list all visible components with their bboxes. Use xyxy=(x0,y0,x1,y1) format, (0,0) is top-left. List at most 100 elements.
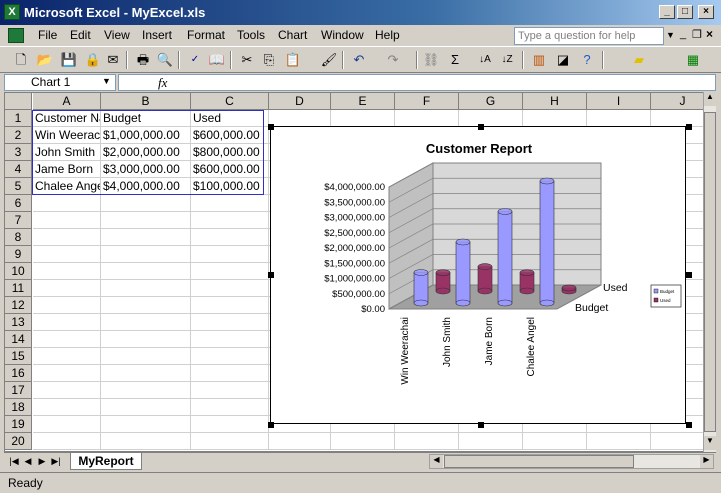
cell-d1[interactable] xyxy=(269,110,331,127)
chart-resize-handle[interactable] xyxy=(268,422,274,428)
hyperlink-icon[interactable]: ⛓ xyxy=(422,51,440,69)
cell-c8[interactable] xyxy=(191,229,269,246)
workbook-icon[interactable] xyxy=(8,28,24,43)
row-header-2[interactable]: 2 xyxy=(5,127,32,144)
paste-icon[interactable]: 📋 xyxy=(284,51,302,69)
doc-restore-icon[interactable]: ❐ xyxy=(692,28,702,41)
cell-a6[interactable] xyxy=(33,195,101,212)
chart-resize-handle[interactable] xyxy=(686,124,692,130)
vertical-scroll-thumb[interactable] xyxy=(704,112,716,432)
sheet-tab-myreport[interactable]: MyReport xyxy=(70,453,142,470)
cell-c10[interactable] xyxy=(191,263,269,280)
row-header-16[interactable]: 16 xyxy=(5,365,32,382)
row-header-14[interactable]: 14 xyxy=(5,331,32,348)
menu-tools[interactable]: Tools xyxy=(237,28,265,42)
research-icon[interactable]: 📖 xyxy=(208,51,226,69)
column-header-b[interactable]: B xyxy=(101,93,191,110)
menu-insert[interactable]: Insert xyxy=(142,28,172,42)
row-header-15[interactable]: 15 xyxy=(5,348,32,365)
cell-a13[interactable] xyxy=(33,314,101,331)
ask-dropdown-icon[interactable]: ▼ xyxy=(666,30,675,40)
email-icon[interactable]: ✉ xyxy=(104,51,122,69)
column-header-a[interactable]: A xyxy=(33,93,101,110)
cell-f20[interactable] xyxy=(395,433,459,450)
cell-a11[interactable] xyxy=(33,280,101,297)
row-header-6[interactable]: 6 xyxy=(5,195,32,212)
copy-icon[interactable]: ⎘ xyxy=(260,51,278,69)
cell-a8[interactable] xyxy=(33,229,101,246)
help-icon[interactable]: ? xyxy=(578,51,596,69)
cell-b16[interactable] xyxy=(101,365,191,382)
cell-f1[interactable] xyxy=(395,110,459,127)
redo-icon[interactable]: ↷ xyxy=(384,51,402,69)
new-icon[interactable]: 🗋 xyxy=(12,51,30,69)
cell-e20[interactable] xyxy=(331,433,395,450)
menu-window[interactable]: Window xyxy=(321,28,364,42)
cell-c11[interactable] xyxy=(191,280,269,297)
cell-g1[interactable] xyxy=(459,110,523,127)
menu-help[interactable]: Help xyxy=(375,28,400,42)
cell-a10[interactable] xyxy=(33,263,101,280)
cell-b6[interactable] xyxy=(101,195,191,212)
cell-i20[interactable] xyxy=(587,433,651,450)
row-header-7[interactable]: 7 xyxy=(5,212,32,229)
chart-resize-handle[interactable] xyxy=(268,272,274,278)
horizontal-scrollbar[interactable]: ◀ ▶ xyxy=(429,454,714,469)
cell-h20[interactable] xyxy=(523,433,587,450)
row-header-4[interactable]: 4 xyxy=(5,161,32,178)
cell-b8[interactable] xyxy=(101,229,191,246)
row-header-11[interactable]: 11 xyxy=(5,280,32,297)
format-painter-icon[interactable]: 🖌 xyxy=(320,51,338,69)
vertical-scrollbar[interactable]: ▲ ▼ xyxy=(703,92,716,452)
cell-b11[interactable] xyxy=(101,280,191,297)
column-header-d[interactable]: D xyxy=(269,93,331,110)
formula-input[interactable] xyxy=(118,74,716,91)
cell-a16[interactable] xyxy=(33,365,101,382)
row-header-10[interactable]: 10 xyxy=(5,263,32,280)
cell-c19[interactable] xyxy=(191,416,269,433)
row-header-19[interactable]: 19 xyxy=(5,416,32,433)
cell-a12[interactable] xyxy=(33,297,101,314)
scroll-right-icon[interactable]: ▶ xyxy=(700,455,713,468)
sort-descending-icon[interactable]: ↓Z xyxy=(498,51,516,69)
ask-question-input[interactable]: Type a question for help xyxy=(514,27,664,45)
name-box[interactable]: Chart 1 xyxy=(4,74,116,91)
horizontal-scroll-thumb[interactable] xyxy=(444,455,634,468)
column-header-e[interactable]: E xyxy=(331,93,395,110)
cell-a15[interactable] xyxy=(33,348,101,365)
minimize-button[interactable]: _ xyxy=(659,5,675,19)
autosum-icon[interactable]: Σ xyxy=(446,51,464,69)
close-button[interactable]: × xyxy=(698,5,714,19)
cell-c14[interactable] xyxy=(191,331,269,348)
chart-resize-handle[interactable] xyxy=(478,422,484,428)
permission-icon[interactable]: 🔒 xyxy=(84,51,102,69)
cell-b18[interactable] xyxy=(101,399,191,416)
next-sheet-icon[interactable]: ▶ xyxy=(36,455,48,468)
column-header-g[interactable]: G xyxy=(459,93,523,110)
cell-h1[interactable] xyxy=(523,110,587,127)
doc-minimize-icon[interactable]: _ xyxy=(680,28,686,40)
cell-a19[interactable] xyxy=(33,416,101,433)
cell-b10[interactable] xyxy=(101,263,191,280)
chart-resize-handle[interactable] xyxy=(686,272,692,278)
prev-sheet-icon[interactable]: ◀ xyxy=(22,455,34,468)
last-sheet-icon[interactable]: ▶| xyxy=(50,455,62,468)
scroll-down-icon[interactable]: ▼ xyxy=(704,436,716,450)
fill-color-icon[interactable]: ▰ xyxy=(630,51,648,69)
scroll-left-icon[interactable]: ◀ xyxy=(430,455,443,468)
sort-ascending-icon[interactable]: ↓A xyxy=(476,51,494,69)
row-header-18[interactable]: 18 xyxy=(5,399,32,416)
column-header-f[interactable]: F xyxy=(395,93,459,110)
maximize-button[interactable]: □ xyxy=(677,5,693,19)
save-icon[interactable]: 💾 xyxy=(60,51,78,69)
cell-c17[interactable] xyxy=(191,382,269,399)
insert-function-icon[interactable]: fx xyxy=(158,75,167,91)
row-header-12[interactable]: 12 xyxy=(5,297,32,314)
cell-b14[interactable] xyxy=(101,331,191,348)
menu-file[interactable]: File xyxy=(38,28,57,42)
cell-b20[interactable] xyxy=(101,433,191,450)
excel-app-icon[interactable]: X xyxy=(4,4,20,20)
row-header-20[interactable]: 20 xyxy=(5,433,32,450)
chart-wizard-icon[interactable]: ▥ xyxy=(530,51,548,69)
cell-b9[interactable] xyxy=(101,246,191,263)
